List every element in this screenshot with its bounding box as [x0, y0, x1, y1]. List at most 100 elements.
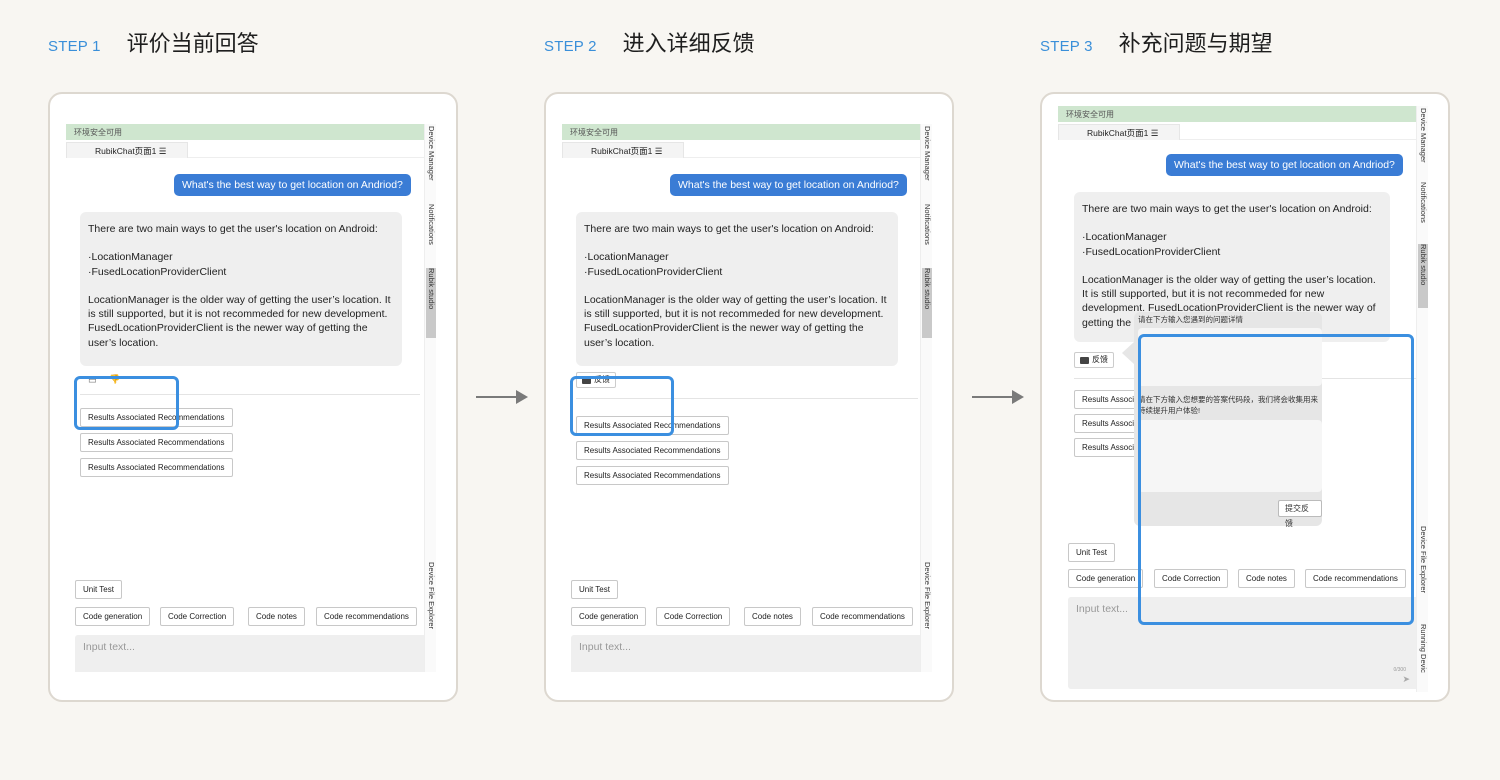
tab-label: RubikChat页面1 [1087, 128, 1149, 138]
right-tool-sidebar: Device Manager Notifications Rubik studi… [920, 124, 932, 672]
recommendation-chip[interactable]: Results Associated Recommendations [576, 441, 729, 460]
answer-item: ·FusedLocationProviderClient [584, 265, 723, 278]
step-number: STEP 2 [544, 38, 597, 55]
divider [576, 398, 918, 399]
right-tool-sidebar: Device Manager Notifications Rubik studi… [424, 124, 436, 672]
menu-icon[interactable]: ☰ [1151, 128, 1159, 138]
user-message: What's the best way to get location on A… [670, 174, 907, 196]
feedback-label: 反馈 [594, 375, 610, 384]
answer-item: ·LocationManager [88, 251, 173, 264]
code-notes-button[interactable]: Code notes [744, 607, 801, 626]
code-notes-button[interactable]: Code notes [1238, 569, 1295, 588]
sidebar-item-device-file-explorer[interactable]: Device File Explorer [1418, 526, 1428, 593]
tab-bar: RubikChat页面1 ☰ [562, 140, 932, 158]
recommendation-chip[interactable]: Results Associated Recommendations [80, 458, 233, 477]
step-title: 补充问题与期望 [1118, 32, 1273, 57]
step-title: 进入详细反馈 [622, 32, 755, 57]
unit-test-button[interactable]: Unit Test [571, 580, 618, 599]
code-generation-button[interactable]: Code generation [1068, 569, 1144, 588]
code-recommendations-button[interactable]: Code recommendations [812, 607, 913, 626]
answer-item: ·FusedLocationProviderClient [88, 265, 227, 278]
sidebar-item-running-devices[interactable]: Running Devic [1418, 624, 1428, 673]
char-count: 0/300 [1393, 667, 1406, 673]
chat-input[interactable]: Input text... 0/300 ➤ [1068, 597, 1420, 689]
sidebar-item-device-manager[interactable]: Device Manager [922, 126, 932, 181]
chat-input[interactable]: Input text... [571, 635, 923, 672]
recommendation-chip[interactable]: Results Associated Recommendations [80, 408, 233, 427]
tablet-step-3: 环境安全可用 RubikChat页面1 ☰ What's the best wa… [1040, 92, 1450, 702]
sidebar-item-device-manager[interactable]: Device Manager [1418, 108, 1428, 163]
step-2-header: STEP 2 进入详细反馈 [544, 26, 755, 58]
feedback-button[interactable]: 反馈 [576, 372, 616, 388]
unit-test-button[interactable]: Unit Test [75, 580, 122, 599]
recommendation-chip[interactable]: Results Associated Recommendations [80, 433, 233, 452]
menu-icon[interactable]: ☰ [159, 146, 167, 156]
sidebar-item-notifications[interactable]: Notifications [1418, 182, 1428, 223]
code-recommendations-button[interactable]: Code recommendations [316, 607, 417, 626]
copy-icon[interactable]: ▭ [88, 375, 97, 386]
step-title: 评价当前回答 [126, 32, 259, 57]
app-screen: 环境安全可用 RubikChat页面1 ☰ What's the best wa… [562, 124, 932, 672]
tab-rubikchat[interactable]: RubikChat页面1 ☰ [562, 142, 684, 158]
chat-input[interactable]: Input text... [75, 635, 427, 672]
answer-intro: There are two main ways to get the user'… [1082, 203, 1372, 215]
sidebar-item-notifications[interactable]: Notifications [922, 204, 932, 245]
code-correction-button[interactable]: Code Correction [1154, 569, 1229, 588]
thumbs-down-icon [582, 376, 591, 384]
user-message: What's the best way to get location on A… [174, 174, 411, 196]
problem-label: 请在下方输入您遇到的问题详情 [1138, 315, 1243, 324]
answer-detail: LocationManager is the older way of gett… [584, 293, 887, 349]
menu-icon[interactable]: ☰ [655, 146, 663, 156]
thumbs-down-icon [1080, 356, 1089, 364]
unit-test-button[interactable]: Unit Test [1068, 543, 1115, 562]
tab-bar: RubikChat页面1 ☰ [1058, 122, 1428, 140]
sidebar-item-device-manager[interactable]: Device Manager [426, 126, 436, 181]
sidebar-item-rubik-studio[interactable]: Rubik studio [1418, 244, 1428, 308]
code-generation-button[interactable]: Code generation [75, 607, 151, 626]
answer-intro: There are two main ways to get the user'… [584, 223, 874, 235]
tab-rubikchat[interactable]: RubikChat页面1 ☰ [1058, 124, 1180, 140]
code-correction-button[interactable]: Code Correction [656, 607, 731, 626]
problem-textarea[interactable] [1138, 328, 1322, 386]
popup-pointer [1122, 342, 1134, 364]
code-generation-button[interactable]: Code generation [571, 607, 647, 626]
tablet-step-1: 环境安全可用 RubikChat页面1 ☰ What's the best wa… [48, 92, 458, 702]
divider [80, 394, 420, 395]
submit-feedback-button[interactable]: 提交反馈 [1278, 500, 1322, 528]
tab-rubikchat[interactable]: RubikChat页面1 ☰ [66, 142, 188, 158]
send-icon[interactable]: ➤ [1402, 674, 1410, 685]
answer-item: ·FusedLocationProviderClient [1082, 245, 1221, 258]
input-placeholder: Input text... [1076, 603, 1128, 615]
answer-intro: There are two main ways to get the user'… [88, 223, 378, 235]
recommendation-chip[interactable]: Results Associ [1074, 414, 1143, 433]
code-notes-button[interactable]: Code notes [248, 607, 305, 626]
recommendation-chip[interactable]: Results Associated Recommendations [576, 466, 729, 485]
sidebar-item-rubik-studio[interactable]: Rubik studio [426, 268, 436, 338]
recommendation-chip[interactable]: Results Associated Recommendations [576, 416, 729, 435]
sidebar-item-notifications[interactable]: Notifications [426, 204, 436, 245]
step-number: STEP 3 [1040, 38, 1093, 55]
tab-label: RubikChat页面1 [591, 146, 653, 156]
step-number: STEP 1 [48, 38, 101, 55]
ai-message: There are two main ways to get the user'… [80, 212, 402, 366]
code-recommendations-button[interactable]: Code recommendations [1305, 569, 1406, 588]
recommendation-chip[interactable]: Results Associ [1074, 390, 1143, 409]
answer-detail: LocationManager is the older way of gett… [88, 293, 391, 349]
env-status-bar: 环境安全可用 [66, 124, 436, 140]
sidebar-item-rubik-studio[interactable]: Rubik studio [922, 268, 932, 338]
expected-label: 请在下方输入您想要的答案代码段，我们将会收集用来持续提升用户体验! [1138, 395, 1318, 415]
feedback-button[interactable]: 反馈 [1074, 352, 1114, 368]
sidebar-item-device-file-explorer[interactable]: Device File Explorer [922, 562, 932, 629]
feedback-label: 反馈 [1092, 355, 1108, 364]
step-3-header: STEP 3 补充问题与期望 [1040, 26, 1273, 58]
recommendation-chip[interactable]: Results Associ [1074, 438, 1143, 457]
right-tool-sidebar: Device Manager Notifications Rubik studi… [1416, 106, 1428, 692]
thumbs-down-icon[interactable]: 👎 [109, 374, 120, 385]
env-status-bar: 环境安全可用 [562, 124, 932, 140]
code-correction-button[interactable]: Code Correction [160, 607, 235, 626]
tab-bar: RubikChat页面1 ☰ [66, 140, 436, 158]
sidebar-item-device-file-explorer[interactable]: Device File Explorer [426, 562, 436, 629]
env-status-bar: 环境安全可用 [1058, 106, 1428, 122]
expected-textarea[interactable] [1138, 420, 1322, 492]
arrow-right-icon [476, 390, 528, 404]
